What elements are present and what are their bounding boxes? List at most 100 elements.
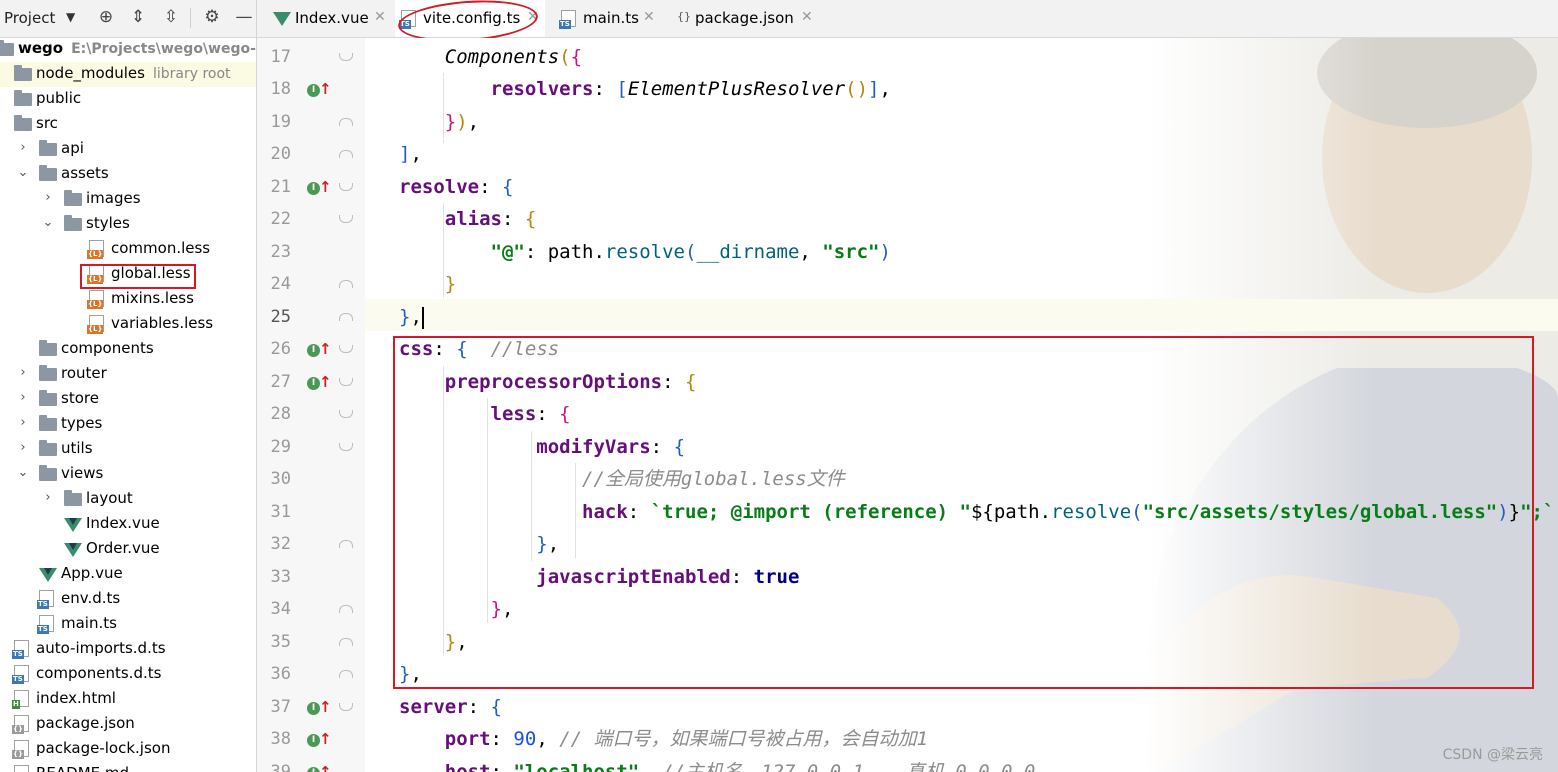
fold-marker-icon[interactable] bbox=[339, 183, 353, 191]
tab-label: package.json bbox=[695, 9, 794, 27]
fold-marker-icon[interactable] bbox=[339, 605, 353, 613]
folder-icon bbox=[39, 340, 57, 356]
chevron-right-icon[interactable]: › bbox=[42, 191, 54, 205]
fold-marker-icon[interactable] bbox=[339, 215, 353, 223]
chevron-down-icon[interactable]: ⌄ bbox=[17, 466, 29, 480]
tree-item-app-vue[interactable]: App.vue bbox=[0, 562, 256, 587]
override-marker-icon[interactable]: I↑ bbox=[307, 373, 332, 392]
override-marker-icon[interactable]: I↑ bbox=[307, 80, 332, 99]
line-number: 36 bbox=[270, 664, 291, 684]
tree-item-images[interactable]: › images bbox=[0, 187, 256, 212]
tree-item-components-d-ts[interactable]: TS components.d.ts bbox=[0, 662, 256, 687]
line-number: 18 bbox=[270, 79, 291, 99]
tree-item-node-modules[interactable]: node_modules library root bbox=[0, 62, 256, 87]
tree-item-utils[interactable]: › utils bbox=[0, 437, 256, 462]
tree-item-readme-md[interactable]: M README.md bbox=[0, 762, 256, 772]
tree-item-wego[interactable]: wegoE:\Projects\wego\wego-sep bbox=[0, 37, 256, 62]
close-icon[interactable]: ✕ bbox=[374, 9, 386, 25]
chevron-down-icon[interactable]: ▼ bbox=[66, 10, 75, 24]
chevron-right-icon[interactable]: › bbox=[17, 441, 29, 455]
close-icon[interactable]: ✕ bbox=[801, 9, 813, 25]
close-icon[interactable]: ✕ bbox=[643, 9, 655, 25]
tree-item-assets[interactable]: ⌄ assets bbox=[0, 162, 256, 187]
tree-item-index-html[interactable]: Hindex.html bbox=[0, 687, 256, 712]
override-marker-icon[interactable]: I↑ bbox=[307, 730, 332, 749]
chevron-right-icon[interactable]: › bbox=[17, 391, 29, 405]
fold-marker-icon[interactable] bbox=[339, 53, 353, 61]
tree-item-order-vue[interactable]: Order.vue bbox=[0, 537, 256, 562]
code-line-21: resolve: { bbox=[399, 176, 514, 198]
fold-marker-icon[interactable] bbox=[339, 540, 353, 548]
line-number: 35 bbox=[270, 632, 291, 652]
chevron-right-icon[interactable]: › bbox=[17, 416, 29, 430]
tree-item-mixins-less[interactable]: {L} mixins.less bbox=[0, 287, 256, 312]
tree-item-layout[interactable]: › layout bbox=[0, 487, 256, 512]
fold-marker-icon[interactable] bbox=[339, 638, 353, 646]
fold-marker-icon[interactable] bbox=[339, 150, 353, 158]
tab-package-json[interactable]: {} package.json ✕ bbox=[671, 0, 821, 37]
folder-icon bbox=[39, 140, 57, 156]
override-marker-icon[interactable]: I↑ bbox=[307, 763, 332, 772]
tree-item-env-d-ts[interactable]: TS env.d.ts bbox=[0, 587, 256, 612]
tree-item-components[interactable]: components bbox=[0, 337, 256, 362]
tree-item-main-ts[interactable]: TS main.ts bbox=[0, 612, 256, 637]
tree-item-api[interactable]: › api bbox=[0, 137, 256, 162]
tree-item-src[interactable]: src bbox=[0, 112, 256, 137]
fold-marker-icon[interactable] bbox=[339, 378, 353, 386]
override-marker-icon[interactable]: I↑ bbox=[307, 178, 332, 197]
ts-file-icon: TS bbox=[37, 590, 54, 609]
chevron-right-icon[interactable]: › bbox=[17, 141, 29, 155]
alias-key: "@" bbox=[490, 241, 525, 263]
minimize-icon[interactable]: — bbox=[234, 7, 254, 27]
code-editor[interactable]: 17 18 I ↑ 19 20 21 I ↑ 22 23 24 25 26 I ↑ 27 I ↑ 28 29 30 31 32… bbox=[257, 38, 1558, 772]
folder-icon bbox=[39, 465, 57, 481]
code-line-22: alias: { bbox=[444, 208, 537, 230]
tree-item-package-json[interactable]: {} package.json bbox=[0, 712, 256, 737]
override-marker-icon[interactable]: I↑ bbox=[307, 340, 332, 359]
annotation-highlight-css-block bbox=[393, 336, 1534, 689]
line-number: 19 bbox=[270, 112, 291, 132]
tree-item-index-vue[interactable]: Index.vue bbox=[0, 512, 256, 537]
tree-item-common-less[interactable]: {L} common.less bbox=[0, 237, 256, 262]
tree-item-variables-less[interactable]: {L} variables.less bbox=[0, 312, 256, 337]
comment-host: //主机名，127.0.0.1， 真机 0.0.0.0 bbox=[662, 761, 1036, 772]
fold-marker-icon[interactable] bbox=[339, 670, 353, 678]
collapse-all-icon[interactable]: ⇳ bbox=[161, 7, 181, 27]
fold-marker-icon[interactable] bbox=[339, 313, 353, 321]
gear-icon[interactable]: ⚙ bbox=[202, 7, 222, 27]
tab-index-vue[interactable]: Index.vue ✕ bbox=[267, 0, 393, 37]
fold-marker-icon[interactable] bbox=[339, 280, 353, 288]
fold-marker-icon[interactable] bbox=[339, 345, 353, 353]
tree-item-label: api bbox=[61, 139, 84, 157]
chevron-right-icon[interactable]: › bbox=[42, 491, 54, 505]
tree-item-public[interactable]: public bbox=[0, 87, 256, 112]
chevron-down-icon[interactable]: ⌄ bbox=[42, 216, 54, 230]
watermark: CSDN @梁云亮 bbox=[1442, 747, 1543, 763]
tree-item-package-lock-json[interactable]: {} package-lock.json bbox=[0, 737, 256, 762]
tree-item-router[interactable]: › router bbox=[0, 362, 256, 387]
folder-icon bbox=[39, 165, 57, 181]
chevron-down-icon[interactable]: ⌄ bbox=[17, 166, 29, 180]
override-marker-icon[interactable]: I↑ bbox=[307, 698, 332, 717]
tree-item-store[interactable]: › store bbox=[0, 387, 256, 412]
code-line-24: } bbox=[444, 273, 457, 295]
tree-item-styles[interactable]: ⌄ styles bbox=[0, 212, 256, 237]
tree-item-label: variables.less bbox=[111, 314, 214, 332]
chevron-right-icon[interactable]: › bbox=[17, 366, 29, 380]
fold-marker-icon[interactable] bbox=[339, 118, 353, 126]
fold-marker-icon[interactable] bbox=[339, 703, 353, 711]
tree-item-auto-imports-d-ts[interactable]: TS auto-imports.d.ts bbox=[0, 637, 256, 662]
fold-marker-icon[interactable] bbox=[339, 443, 353, 451]
locate-icon[interactable]: ⊕ bbox=[96, 7, 116, 27]
tree-item-label: utils bbox=[61, 439, 93, 457]
fold-marker-icon[interactable] bbox=[339, 410, 353, 418]
vue-icon bbox=[273, 12, 291, 26]
project-title[interactable]: Project bbox=[4, 9, 55, 27]
tab-main-ts[interactable]: TS main.ts ✕ bbox=[555, 0, 667, 37]
alias-value: "src" bbox=[822, 241, 880, 263]
expand-all-icon[interactable]: ⇕ bbox=[128, 7, 148, 27]
line-number: 24 bbox=[270, 274, 291, 294]
tree-item-views[interactable]: ⌄ views bbox=[0, 462, 256, 487]
tree-item-hint: library root bbox=[152, 66, 231, 82]
tree-item-types[interactable]: › types bbox=[0, 412, 256, 437]
